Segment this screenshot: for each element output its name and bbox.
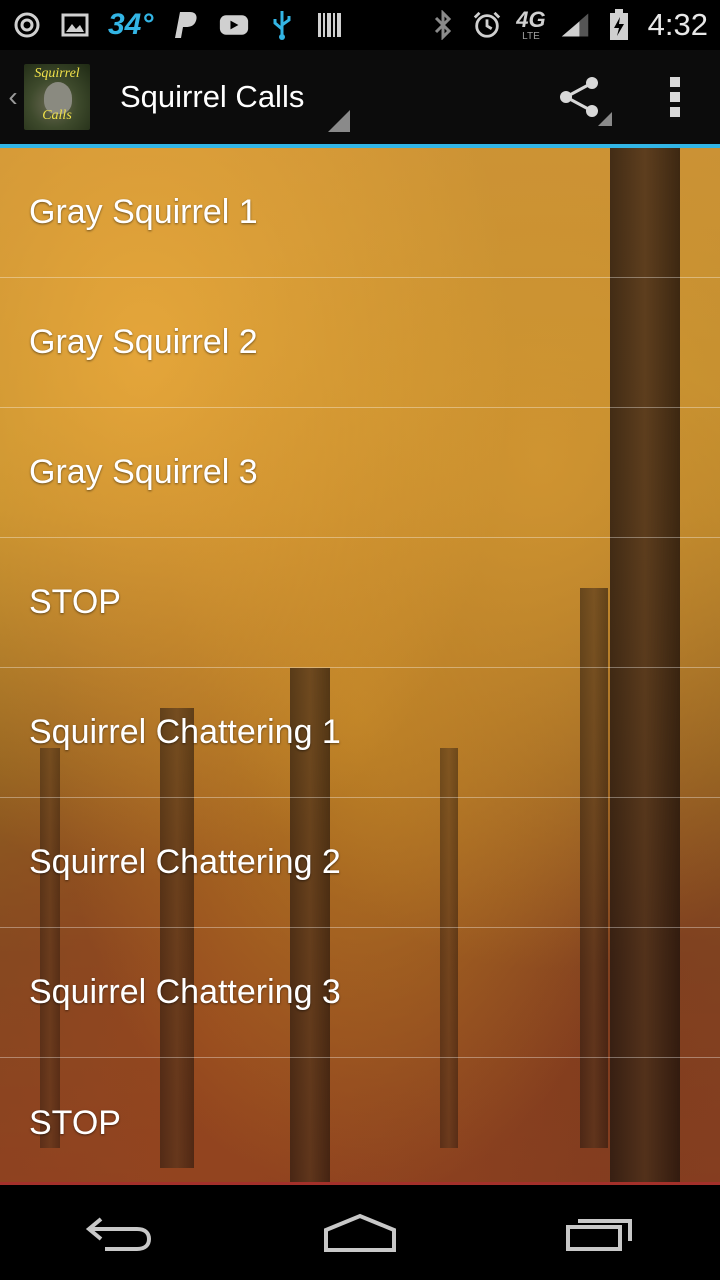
sync-icon bbox=[12, 10, 42, 40]
barcode-icon bbox=[315, 10, 345, 40]
overflow-icon bbox=[670, 77, 680, 117]
list-item-squirrel-chattering-3[interactable]: Squirrel Chattering 3 bbox=[0, 928, 720, 1058]
list-item-gray-squirrel-2[interactable]: Gray Squirrel 2 bbox=[0, 278, 720, 408]
spinner-arrow-icon bbox=[328, 110, 350, 132]
list-item-stop-2[interactable]: STOP bbox=[0, 1058, 720, 1182]
list-item-label: STOP bbox=[29, 1103, 121, 1142]
list-item-gray-squirrel-3[interactable]: Gray Squirrel 3 bbox=[0, 408, 720, 538]
image-icon bbox=[60, 10, 90, 40]
recent-apps-button[interactable] bbox=[540, 1185, 660, 1280]
network-label: 4G bbox=[516, 6, 546, 32]
back-button[interactable] bbox=[60, 1185, 180, 1280]
list-item-label: Squirrel Chattering 2 bbox=[29, 843, 341, 881]
list-item-label: Gray Squirrel 1 bbox=[29, 193, 258, 231]
list-item-stop-1[interactable]: STOP bbox=[0, 538, 720, 668]
list-item-label: STOP bbox=[29, 583, 121, 621]
usb-icon bbox=[267, 10, 297, 40]
paypal-icon bbox=[171, 10, 201, 40]
sound-list-container: Gray Squirrel 1 Gray Squirrel 2 Gray Squ… bbox=[0, 148, 720, 1182]
up-caret-icon[interactable]: ‹ bbox=[2, 81, 24, 113]
youtube-icon bbox=[219, 10, 249, 40]
home-button[interactable] bbox=[300, 1185, 420, 1280]
status-bar: 34° 4G LTE 4:32 bbox=[0, 0, 720, 50]
app-icon-text-line2: Calls bbox=[42, 108, 72, 123]
action-bar: ‹ Squirrel Calls Squirrel Calls bbox=[0, 50, 720, 148]
title-spinner[interactable]: Squirrel Calls bbox=[120, 50, 350, 144]
share-button[interactable] bbox=[530, 50, 630, 144]
recent-apps-icon bbox=[566, 1218, 632, 1251]
temperature-text: 34° bbox=[108, 8, 154, 41]
page-title: Squirrel Calls bbox=[120, 79, 305, 114]
navigation-bar bbox=[0, 1185, 720, 1280]
alarm-icon bbox=[472, 10, 502, 40]
network-sub-label: LTE bbox=[522, 30, 540, 42]
list-item-gray-squirrel-1[interactable]: Gray Squirrel 1 bbox=[0, 148, 720, 278]
sound-list: Gray Squirrel 1 Gray Squirrel 2 Gray Squ… bbox=[0, 148, 720, 1182]
list-item-squirrel-chattering-1[interactable]: Squirrel Chattering 1 bbox=[0, 668, 720, 798]
list-item-squirrel-chattering-2[interactable]: Squirrel Chattering 2 bbox=[0, 798, 720, 928]
overflow-menu-button[interactable] bbox=[630, 50, 720, 144]
battery-charging-icon bbox=[604, 9, 634, 40]
back-icon bbox=[85, 1216, 152, 1251]
list-item-label: Gray Squirrel 2 bbox=[29, 323, 258, 361]
app-icon[interactable]: Squirrel Calls bbox=[24, 64, 90, 130]
app-icon-text-line1: Squirrel bbox=[34, 66, 80, 81]
list-item-label: Gray Squirrel 3 bbox=[29, 453, 258, 491]
network-type: 4G LTE bbox=[516, 6, 546, 42]
clock-text: 4:32 bbox=[647, 7, 708, 42]
home-icon bbox=[324, 1213, 396, 1252]
share-icon bbox=[560, 77, 598, 117]
signal-icon bbox=[560, 10, 590, 40]
list-item-label: Squirrel Chattering 3 bbox=[29, 973, 341, 1011]
bluetooth-icon bbox=[428, 10, 458, 40]
share-dropdown-arrow-icon bbox=[598, 112, 612, 126]
list-item-label: Squirrel Chattering 1 bbox=[29, 713, 341, 751]
